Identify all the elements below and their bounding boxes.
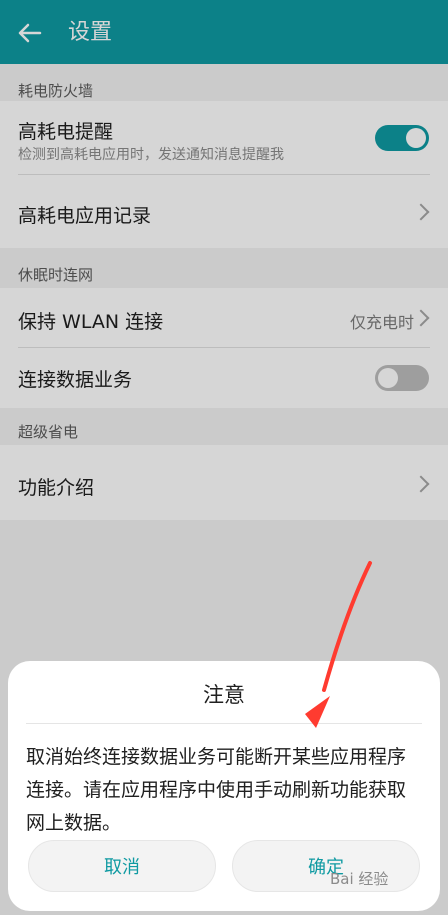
dialog-divider	[26, 723, 422, 724]
dialog-title: 注意	[203, 683, 245, 707]
cancel-button[interactable]: 取消	[28, 840, 216, 892]
confirm-button[interactable]: 确定	[232, 840, 420, 892]
dialog-message: 取消始终连接数据业务可能断开某些应用程序连接。请在应用程序中使用手动刷新功能获取…	[26, 746, 407, 834]
watermark: Bai 经验	[330, 870, 389, 888]
